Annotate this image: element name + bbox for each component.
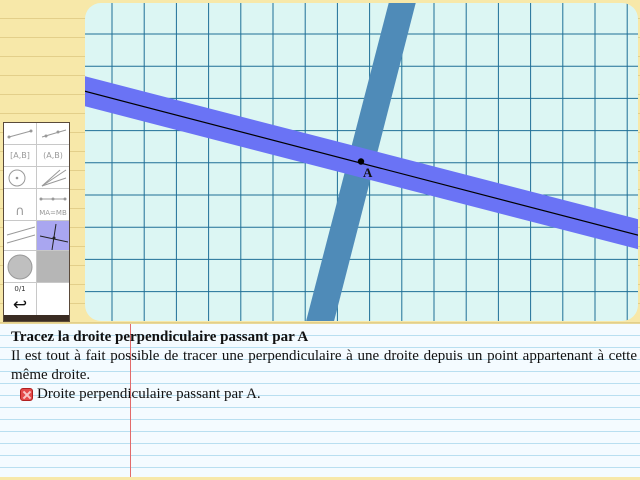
tools-palette: [A,B] (A,B) ∩ MA=MB 0/1 ↩ bbox=[3, 122, 70, 322]
toolbar-footer bbox=[4, 315, 69, 321]
parallel-tool[interactable] bbox=[37, 221, 69, 251]
midpoint-icon bbox=[39, 197, 67, 201]
task-incomplete-icon bbox=[20, 388, 33, 401]
ray-notation-label: (A,B) bbox=[43, 151, 63, 160]
perpendicular-tool[interactable] bbox=[4, 221, 37, 251]
concurrent-lines-icon bbox=[41, 169, 67, 186]
lines-tool[interactable] bbox=[37, 167, 69, 189]
undo-icon: ↩ bbox=[12, 295, 28, 315]
segment-notation-tool[interactable]: [A,B] bbox=[4, 145, 37, 167]
ray-tool[interactable] bbox=[37, 123, 69, 145]
midpoint-label: MA=MB bbox=[39, 208, 67, 217]
counter: 0/1 bbox=[4, 283, 37, 295]
ray-icon bbox=[41, 129, 67, 137]
segment-notation-label: [A,B] bbox=[10, 151, 30, 160]
geometry-board[interactable]: A bbox=[85, 3, 638, 321]
exercise-description: Il est tout à fait possible de tracer un… bbox=[11, 348, 637, 383]
task-item: Droite perpendiculaire passant par A. bbox=[20, 385, 261, 404]
task-label: Droite perpendiculaire passant par A. bbox=[37, 386, 261, 402]
ray-notation-tool[interactable]: (A,B) bbox=[37, 145, 69, 167]
undo-tool[interactable]: ↩ bbox=[4, 295, 37, 315]
arc-label: ∩ bbox=[15, 204, 25, 219]
segment-tool[interactable] bbox=[4, 123, 37, 145]
midpoint-tool[interactable]: MA=MB bbox=[37, 189, 69, 221]
exercise-panel: Tracez la droite perpendiculaire passant… bbox=[0, 323, 640, 477]
disk-icon bbox=[7, 254, 33, 279]
arc-tool[interactable]: ∩ bbox=[4, 189, 37, 221]
point-a-label: A bbox=[363, 165, 373, 180]
disk-tool[interactable] bbox=[4, 251, 37, 283]
blank-tool bbox=[37, 283, 69, 315]
circle-tool[interactable] bbox=[4, 167, 37, 189]
perpendicular-icon bbox=[6, 226, 35, 243]
point-a[interactable] bbox=[357, 158, 365, 165]
circle-icon bbox=[8, 169, 26, 186]
exercise-text: Tracez la droite perpendiculaire passant… bbox=[11, 328, 637, 407]
grey-tool[interactable] bbox=[37, 251, 69, 283]
perpendicular-line-icon bbox=[39, 223, 68, 250]
counter-label: 0/1 bbox=[14, 285, 26, 293]
board-canvas[interactable]: A bbox=[85, 3, 638, 321]
segment-icon bbox=[7, 129, 33, 138]
exercise-title: Tracez la droite perpendiculaire passant… bbox=[11, 329, 309, 345]
